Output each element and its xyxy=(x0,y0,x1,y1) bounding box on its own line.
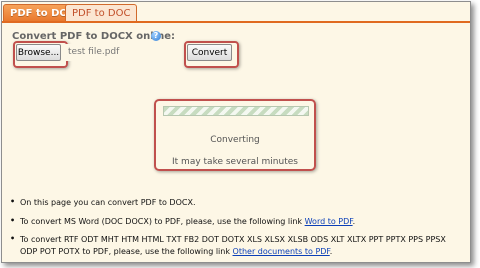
bullet-icon: • xyxy=(10,197,16,206)
progress-panel: Converting It may take several minutes xyxy=(154,99,316,171)
info-line-3: To convert RTF ODT MHT HTM HTML TXT FB2 … xyxy=(20,235,446,256)
info-line-1: On this page you can convert PDF to DOCX… xyxy=(20,198,196,207)
converting-status: Converting xyxy=(210,135,260,145)
browse-button[interactable]: Browse... xyxy=(16,44,61,61)
bullet-icon: • xyxy=(10,216,16,225)
bullet-icon: • xyxy=(10,234,16,243)
converter-window: PDF to DOCX PDF to DOC Convert PDF to DO… xyxy=(1,1,471,263)
other-documents-link[interactable]: Other documents to PDF xyxy=(233,247,330,256)
help-icon[interactable]: ? xyxy=(151,31,161,41)
progress-bar xyxy=(163,106,309,116)
converting-note: It may take several minutes xyxy=(172,157,298,167)
word-to-pdf-link[interactable]: Word to PDF xyxy=(305,217,353,226)
file-name-field: test file.pdf xyxy=(65,44,180,61)
info-line-2: To convert MS Word (DOC DOCX) to PDF, pl… xyxy=(20,217,356,226)
tab-bar: PDF to DOCX PDF to DOC xyxy=(2,2,470,23)
tab-pdf-to-doc[interactable]: PDF to DOC xyxy=(65,4,138,22)
convert-button[interactable]: Convert xyxy=(187,44,232,61)
